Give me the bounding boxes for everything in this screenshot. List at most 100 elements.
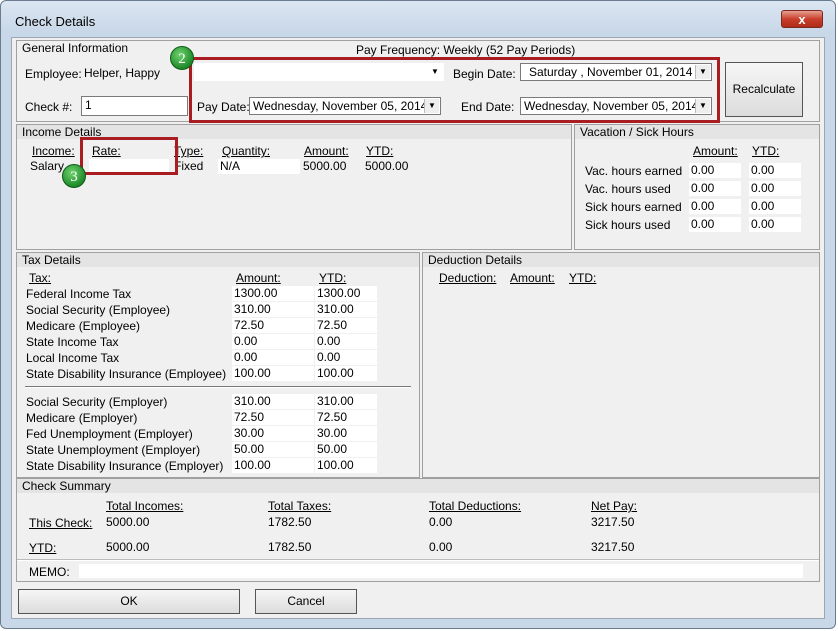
summary-net-header: Net Pay: [591, 499, 638, 513]
tax-row-label: Federal Income Tax [26, 287, 132, 301]
check-number-input[interactable]: 1 [81, 96, 188, 116]
tax-row-amount[interactable]: 0.00 [232, 350, 314, 365]
close-button[interactable]: x [781, 10, 823, 28]
sick-used-amount[interactable]: 0.00 [689, 217, 741, 232]
tax-row-label: State Income Tax [26, 335, 119, 349]
income-amount: 5000.00 [303, 159, 347, 173]
amount-column-header: Amount: [304, 144, 349, 158]
vacation-amount-header: Amount: [693, 144, 738, 158]
ytd-incomes: 5000.00 [106, 540, 150, 554]
tax-row-amount[interactable]: 310.00 [232, 302, 314, 317]
sick-earned-amount[interactable]: 0.00 [689, 199, 741, 214]
summary-taxes-header: Total Taxes: [268, 499, 332, 513]
ytd-column-header: YTD: [366, 144, 394, 158]
employee-label: Employee: [25, 67, 82, 81]
tax-row-label: Medicare (Employee) [26, 319, 141, 333]
check-details-window: Check Details x General Information Pay … [0, 0, 836, 629]
memo-label: MEMO: [29, 565, 70, 579]
tax-row-ytd[interactable]: 30.00 [315, 426, 377, 441]
pay-frequency-label: Pay Frequency: Weekly (52 Pay Periods) [356, 43, 576, 57]
this-check-taxes: 1782.50 [268, 515, 312, 529]
tax-details-header: Tax Details [22, 253, 81, 267]
cancel-label: Cancel [287, 594, 325, 608]
recalculate-label: Recalculate [732, 82, 796, 96]
this-check-deductions: 0.00 [429, 515, 453, 529]
general-information-header: General Information [22, 41, 129, 55]
sick-earned-ytd[interactable]: 0.00 [749, 199, 801, 214]
sick-earned-label: Sick hours earned [585, 200, 682, 214]
tax-row-label: State Disability Insurance (Employer) [26, 459, 224, 473]
tax-row-amount[interactable]: 50.00 [232, 442, 314, 457]
tax-row-ytd[interactable]: 72.50 [315, 318, 377, 333]
deduction-column-header: Deduction: [439, 271, 497, 285]
tax-divider [25, 386, 411, 388]
tax-row-amount[interactable]: 0.00 [232, 334, 314, 349]
tax-row-label: Local Income Tax [26, 351, 120, 365]
tax-row-ytd[interactable]: 0.00 [315, 350, 377, 365]
income-ytd: 5000.00 [365, 159, 409, 173]
vac-earned-amount[interactable]: 0.00 [689, 163, 741, 178]
income-type: Fixed [174, 159, 204, 173]
tax-amount-header: Amount: [236, 271, 281, 285]
vac-used-label: Vac. hours used [585, 182, 671, 196]
tax-row-amount[interactable]: 1300.00 [232, 286, 314, 301]
tax-row-amount[interactable]: 310.00 [232, 394, 314, 409]
vac-used-amount[interactable]: 0.00 [689, 181, 741, 196]
tax-ytd-header: YTD: [319, 271, 347, 285]
annotation-badge-3: 3 [62, 164, 86, 188]
tax-row-ytd[interactable]: 100.00 [315, 458, 377, 473]
this-check-net-pay: 3217.50 [591, 515, 635, 529]
sick-used-ytd[interactable]: 0.00 [749, 217, 801, 232]
recalculate-button[interactable]: Recalculate [725, 62, 803, 117]
vacation-sick-group: Vacation / Sick Hours Amount: YTD: Vac. … [574, 124, 820, 250]
income-column-header: Income: [32, 144, 75, 158]
title-bar: Check Details x [1, 1, 835, 37]
summary-deductions-header: Total Deductions: [429, 499, 522, 513]
memo-input[interactable] [79, 564, 803, 578]
tax-row-ytd[interactable]: 1300.00 [315, 286, 377, 301]
tax-row-label: State Unemployment (Employer) [26, 443, 201, 457]
tax-row-ytd[interactable]: 310.00 [315, 302, 377, 317]
tax-row-amount[interactable]: 30.00 [232, 426, 314, 441]
tax-row-amount[interactable]: 100.00 [232, 366, 314, 381]
tax-row-amount[interactable]: 72.50 [232, 318, 314, 333]
this-check-incomes: 5000.00 [106, 515, 150, 529]
annotation-highlight-dates [189, 57, 720, 123]
tax-column-header: Tax: [29, 271, 52, 285]
tax-row-label: Social Security (Employee) [26, 303, 171, 317]
tax-row-ytd[interactable]: 72.50 [315, 410, 377, 425]
tax-row-ytd[interactable]: 100.00 [315, 366, 377, 381]
tax-details-group: Tax Details Tax: Amount: YTD: Federal In… [16, 252, 420, 478]
deduction-amount-header: Amount: [510, 271, 555, 285]
tax-row-label: Social Security (Employer) [26, 395, 168, 409]
ytd-deductions: 0.00 [429, 540, 453, 554]
tax-row-label: State Disability Insurance (Employee) [26, 367, 227, 381]
tax-row-label: Fed Unemployment (Employer) [26, 427, 193, 441]
ytd-taxes: 1782.50 [268, 540, 312, 554]
check-summary-header: Check Summary [22, 479, 111, 493]
tax-row-ytd[interactable]: 0.00 [315, 334, 377, 349]
type-column-header: Type: [174, 144, 204, 158]
vacation-sick-header: Vacation / Sick Hours [580, 125, 694, 139]
check-summary-group: Check Summary Total Incomes: Total Taxes… [16, 478, 820, 582]
annotation-highlight-rate [80, 137, 178, 175]
ok-button[interactable]: OK [18, 589, 240, 614]
tax-row-ytd[interactable]: 310.00 [315, 394, 377, 409]
deduction-ytd-header: YTD: [569, 271, 597, 285]
cancel-button[interactable]: Cancel [255, 589, 357, 614]
tax-row-ytd[interactable]: 50.00 [315, 442, 377, 457]
ok-label: OK [120, 594, 138, 608]
tax-row-amount[interactable]: 72.50 [232, 410, 314, 425]
deduction-details-header: Deduction Details [428, 253, 523, 267]
vac-earned-ytd[interactable]: 0.00 [749, 163, 801, 178]
employee-value: Helper, Happy [84, 66, 161, 80]
ytd-net-pay: 3217.50 [591, 540, 635, 554]
memo-divider [17, 559, 819, 561]
window-title: Check Details [15, 14, 96, 29]
check-number-label: Check #: [25, 100, 73, 114]
vac-earned-label: Vac. hours earned [585, 164, 683, 178]
tax-row-amount[interactable]: 100.00 [232, 458, 314, 473]
quantity-value: N/A [218, 159, 300, 174]
sick-used-label: Sick hours used [585, 218, 671, 232]
vac-used-ytd[interactable]: 0.00 [749, 181, 801, 196]
